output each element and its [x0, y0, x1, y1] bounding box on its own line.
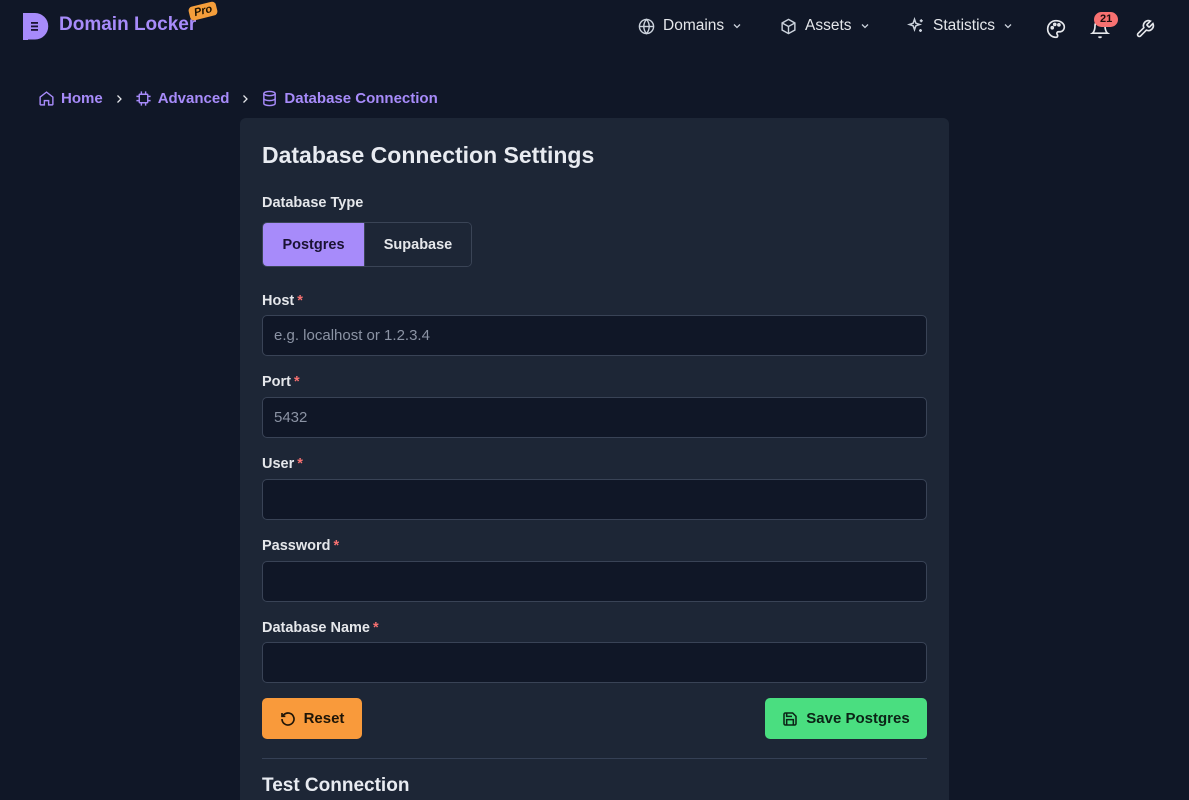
chevron-right-icon	[113, 92, 125, 106]
host-input[interactable]	[262, 315, 927, 356]
nav-statistics[interactable]: Statistics	[907, 17, 1014, 35]
palette-icon	[1046, 19, 1066, 39]
password-label-text: Password	[262, 538, 331, 554]
host-label-text: Host	[262, 293, 295, 309]
chevron-down-icon	[861, 24, 868, 29]
required-marker: *	[373, 620, 379, 636]
password-label: Password *	[262, 538, 339, 554]
postgres-option-button[interactable]: Postgres	[263, 223, 364, 266]
user-label: User *	[262, 456, 303, 472]
port-label-text: Port	[262, 374, 291, 390]
database-name-label-text: Database Name	[262, 620, 370, 636]
section-divider	[262, 758, 927, 759]
undo-icon	[280, 711, 295, 726]
breadcrumb: Home Advanced Database Connection	[38, 90, 438, 107]
cube-icon	[781, 18, 796, 34]
supabase-option-button[interactable]: Supabase	[364, 223, 471, 266]
brand-name: Domain Locker	[59, 13, 197, 35]
host-label: Host *	[262, 293, 303, 309]
save-postgres-button[interactable]: Save Postgres	[765, 698, 927, 739]
user-input[interactable]	[262, 479, 927, 520]
reset-button[interactable]: Reset	[262, 698, 362, 739]
user-label-text: User	[262, 456, 295, 472]
nav-domains-label: Domains	[663, 17, 725, 34]
save-icon	[783, 711, 798, 726]
breadcrumb-database-connection-label: Database Connection	[284, 90, 438, 107]
required-marker: *	[333, 538, 340, 554]
home-icon	[39, 91, 54, 106]
database-name-label: Database Name *	[262, 620, 379, 636]
chip-icon	[136, 91, 151, 106]
breadcrumb-home[interactable]: Home	[38, 90, 103, 107]
database-type-label: Database Type	[262, 195, 364, 211]
breadcrumb-advanced[interactable]: Advanced	[135, 90, 230, 107]
globe-icon	[638, 17, 655, 35]
nav-assets-label: Assets	[805, 17, 852, 34]
required-marker: *	[297, 456, 303, 472]
required-marker: *	[294, 374, 300, 390]
pro-badge: Pro	[187, 0, 219, 22]
logo-icon	[22, 12, 49, 41]
port-input[interactable]	[262, 397, 927, 438]
theme-button[interactable]	[1046, 19, 1066, 39]
nav-assets[interactable]: Assets	[780, 17, 871, 35]
password-input[interactable]	[262, 561, 927, 602]
database-settings-card: Database Connection Settings Database Ty…	[240, 118, 949, 800]
page-title: Database Connection Settings	[262, 142, 595, 168]
database-icon	[263, 90, 277, 107]
sparkles-icon	[907, 17, 923, 33]
settings-button[interactable]	[1135, 19, 1155, 39]
brand-link[interactable]: Domain Locker	[22, 12, 196, 41]
reset-button-label: Reset	[303, 710, 345, 727]
required-marker: *	[297, 293, 303, 309]
top-navbar: Domain Locker Pro Domains Assets Statist…	[0, 0, 1189, 58]
wrench-icon	[1136, 19, 1155, 38]
breadcrumb-home-label: Home	[61, 90, 103, 107]
port-label: Port *	[262, 374, 300, 390]
notification-count-badge: 21	[1094, 12, 1119, 27]
breadcrumb-advanced-label: Advanced	[157, 90, 230, 107]
nav-domains[interactable]: Domains	[638, 17, 743, 35]
chevron-right-icon	[239, 92, 251, 106]
database-type-selector: Postgres Supabase	[262, 222, 472, 267]
nav-statistics-label: Statistics	[933, 17, 996, 34]
save-button-label: Save Postgres	[806, 710, 910, 727]
database-name-input[interactable]	[262, 642, 927, 683]
chevron-down-icon	[733, 24, 741, 29]
test-connection-title: Test Connection	[262, 775, 410, 796]
breadcrumb-database-connection[interactable]: Database Connection	[261, 90, 438, 107]
chevron-down-icon	[1004, 24, 1012, 29]
